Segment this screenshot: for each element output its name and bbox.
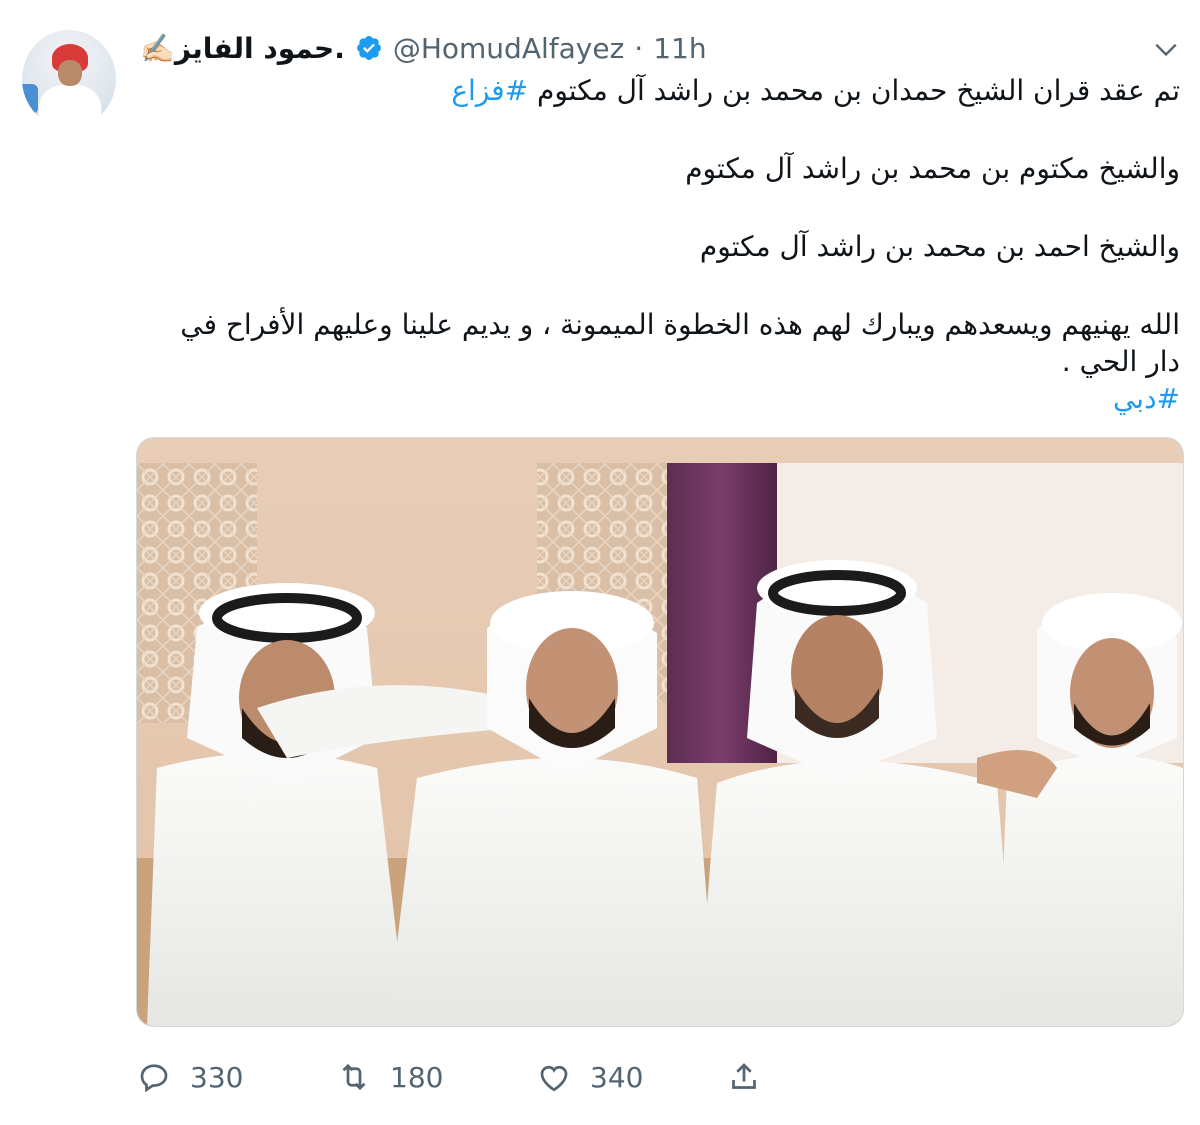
author-avatar[interactable] xyxy=(22,30,116,128)
author-handle[interactable]: @HomudAlfayez xyxy=(393,32,624,65)
retweet-icon xyxy=(342,1063,366,1091)
like-button[interactable]: 340 xyxy=(536,1059,726,1095)
tweet-line-1: تم عقد قران الشيخ حمدان بن محمد بن راشد … xyxy=(451,74,1180,107)
reply-button[interactable]: 330 xyxy=(136,1059,336,1095)
reply-icon xyxy=(140,1064,168,1093)
retweet-count: 180 xyxy=(390,1060,444,1094)
tweet-header: .حمود الفايز✍🏻 @HomudAlfayez · 11h xyxy=(140,28,707,68)
separator-dot: · xyxy=(634,31,644,65)
photo-illustration xyxy=(137,438,1183,1026)
hashtag-link-fazza[interactable]: #فزاع xyxy=(451,74,528,107)
tweet-line-2: والشيخ مكتوم بن محمد بن راشد آل مكتوم xyxy=(685,152,1180,185)
writing-hand-emoji: ✍🏻 xyxy=(140,31,175,65)
verified-badge-icon xyxy=(356,36,381,60)
tweet-line-4: الله يهنيهم ويسعدهم ويبارك لهم هذه الخطو… xyxy=(180,308,1180,378)
tweet-text: تم عقد قران الشيخ حمدان بن محمد بن راشد … xyxy=(140,72,1180,417)
share-button[interactable] xyxy=(726,1059,762,1095)
reply-count: 330 xyxy=(190,1060,244,1094)
author-name[interactable]: .حمود الفايز✍🏻 xyxy=(140,32,345,65)
tweet-timestamp[interactable]: 11h xyxy=(653,32,706,65)
retweet-button[interactable]: 180 xyxy=(336,1059,536,1095)
hashtag-link-dubai[interactable]: #دبي xyxy=(1113,382,1180,415)
tweet-actions: 330 180 340 xyxy=(136,1055,762,1099)
chevron-down-icon[interactable] xyxy=(1153,36,1179,62)
like-count: 340 xyxy=(590,1060,644,1094)
tweet-photo[interactable] xyxy=(136,437,1184,1027)
heart-icon xyxy=(540,1065,568,1092)
tweet-line-3: والشيخ احمد بن محمد بن راشد آل مكتوم xyxy=(699,230,1180,263)
share-icon xyxy=(732,1063,756,1089)
